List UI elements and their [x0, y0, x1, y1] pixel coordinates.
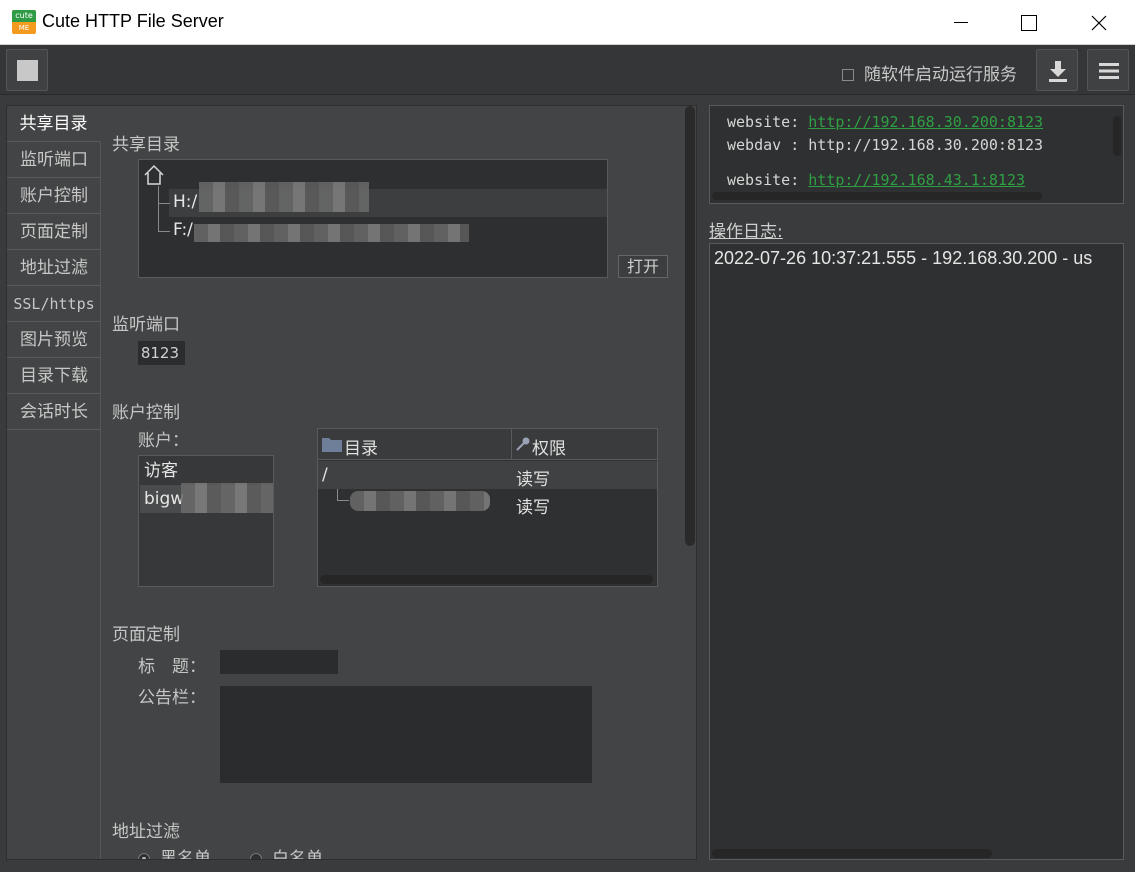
address-line[interactable]: website: http://192.168.43.1:8123	[727, 171, 1025, 189]
permission-table: 目录 权限 / 读写 读写	[317, 428, 658, 587]
table-horizontal-scrollbar[interactable]	[320, 575, 653, 584]
redacted-username	[181, 483, 273, 513]
key-icon	[516, 437, 530, 451]
column-divider	[511, 429, 512, 460]
log-horizontal-scrollbar[interactable]	[712, 849, 992, 858]
open-button[interactable]: 打开	[618, 255, 668, 278]
shared-dir-tree[interactable]: H:/ F:/	[138, 159, 608, 278]
accounts-label: 账户控制	[112, 403, 180, 423]
address-link[interactable]: http://192.168.30.200:8123	[808, 113, 1043, 131]
tab-ssl[interactable]: SSL/https	[7, 286, 101, 322]
tab-listen-port[interactable]: 监听端口	[7, 142, 101, 178]
table-row[interactable]: 读写	[318, 489, 657, 518]
close-button[interactable]	[1063, 0, 1133, 45]
tree-connector	[337, 489, 349, 501]
address-link[interactable]: http://192.168.43.1:8123	[808, 171, 1025, 189]
title-bar: cute ME Cute HTTP File Server	[0, 0, 1135, 45]
app-logo: cute ME	[12, 10, 36, 34]
folder-icon	[322, 438, 342, 452]
maximize-button[interactable]	[993, 0, 1063, 45]
page-title-input[interactable]	[220, 650, 338, 674]
autostart-label: 随软件启动运行服务	[864, 65, 1017, 85]
logo-top-text: cute	[12, 10, 36, 22]
download-button[interactable]	[1036, 49, 1078, 91]
board-field-label: 公告栏：	[138, 688, 206, 708]
address-vertical-scrollbar[interactable]	[1113, 116, 1121, 156]
redacted-dir	[350, 491, 490, 511]
ip-filter-label: 地址过滤	[112, 822, 180, 842]
settings-tabs: 共享目录 监听端口 账户控制 页面定制 地址过滤 SSL/https 图片预览 …	[7, 106, 101, 859]
shared-dir-label: 共享目录	[112, 135, 180, 155]
server-address-list: website: http://192.168.30.200:8123 webd…	[709, 105, 1124, 204]
window-title: Cute HTTP File Server	[42, 11, 224, 31]
stop-server-button[interactable]	[6, 49, 48, 91]
stop-icon	[17, 60, 38, 81]
dir-item-f[interactable]: F:/	[173, 220, 193, 240]
row-perm: 读写	[516, 470, 550, 490]
blacklist-radio[interactable]: 黑名单	[138, 844, 211, 860]
menu-icon	[1099, 63, 1119, 79]
checkbox-icon	[842, 69, 854, 81]
row-dir: /	[322, 465, 328, 485]
whitelist-radio[interactable]: 白名单	[250, 844, 323, 860]
bulletin-board-input[interactable]	[220, 686, 592, 783]
redacted-path	[194, 224, 469, 242]
title-field-label: 标 题：	[138, 657, 206, 677]
header-perm[interactable]: 权限	[532, 434, 566, 459]
header-dir[interactable]: 目录	[344, 434, 378, 459]
users-label: 账户：	[138, 431, 189, 451]
redacted-path	[199, 182, 369, 212]
address-prefix: webdav :	[727, 136, 809, 154]
close-icon	[1091, 15, 1107, 31]
tab-shared-dir[interactable]: 共享目录	[7, 106, 101, 142]
log-label: 操作日志:	[709, 222, 783, 242]
dir-item-h[interactable]: H:/	[173, 192, 197, 212]
download-icon	[1049, 61, 1067, 82]
blacklist-label: 黑名单	[160, 849, 211, 860]
settings-vertical-scrollbar[interactable]	[685, 106, 695, 546]
tree-connector	[158, 204, 170, 232]
autostart-checkbox[interactable]: 随软件启动运行服务	[842, 60, 1017, 85]
tree-connector	[158, 186, 170, 204]
menu-button[interactable]	[1087, 49, 1129, 91]
tab-image-preview[interactable]: 图片预览	[7, 322, 101, 358]
address-line[interactable]: website: http://192.168.30.200:8123	[727, 113, 1043, 131]
radio-icon	[250, 853, 262, 859]
toolbar: 随软件启动运行服务	[0, 45, 1135, 95]
permission-table-header: 目录 权限	[318, 429, 657, 460]
logo-bottom-text: ME	[18, 24, 30, 32]
row-perm: 读写	[516, 498, 550, 518]
address-prefix: website:	[727, 113, 809, 131]
log-view[interactable]: 2022-07-26 10:37:21.555 - 192.168.30.200…	[709, 243, 1124, 860]
user-item-guest[interactable]: 访客	[140, 457, 273, 485]
address-prefix: website:	[727, 171, 809, 189]
page-custom-label: 页面定制	[112, 625, 180, 645]
table-row[interactable]: / 读写	[318, 461, 657, 490]
home-icon	[144, 164, 164, 185]
address-line[interactable]: webdav : http://192.168.30.200:8123	[727, 136, 1043, 154]
minimize-button[interactable]	[925, 0, 995, 45]
tab-session-time[interactable]: 会话时长	[7, 394, 101, 430]
whitelist-label: 白名单	[272, 849, 323, 860]
log-line: 2022-07-26 10:37:21.555 - 192.168.30.200…	[714, 248, 1093, 268]
tab-dir-download[interactable]: 目录下载	[7, 358, 101, 394]
port-input[interactable]: 8123	[138, 341, 185, 365]
port-label: 监听端口	[112, 315, 180, 335]
radio-selected-icon	[138, 853, 150, 859]
address-horizontal-scrollbar[interactable]	[712, 192, 1042, 200]
address-text: http://192.168.30.200:8123	[808, 136, 1044, 154]
tab-accounts[interactable]: 账户控制	[7, 178, 101, 214]
tab-page-custom[interactable]: 页面定制	[7, 214, 101, 250]
user-list: 访客 bigw	[138, 455, 274, 587]
settings-panel: 共享目录 监听端口 账户控制 页面定制 地址过滤 SSL/https 图片预览 …	[6, 105, 697, 860]
tab-ip-filter[interactable]: 地址过滤	[7, 250, 101, 286]
